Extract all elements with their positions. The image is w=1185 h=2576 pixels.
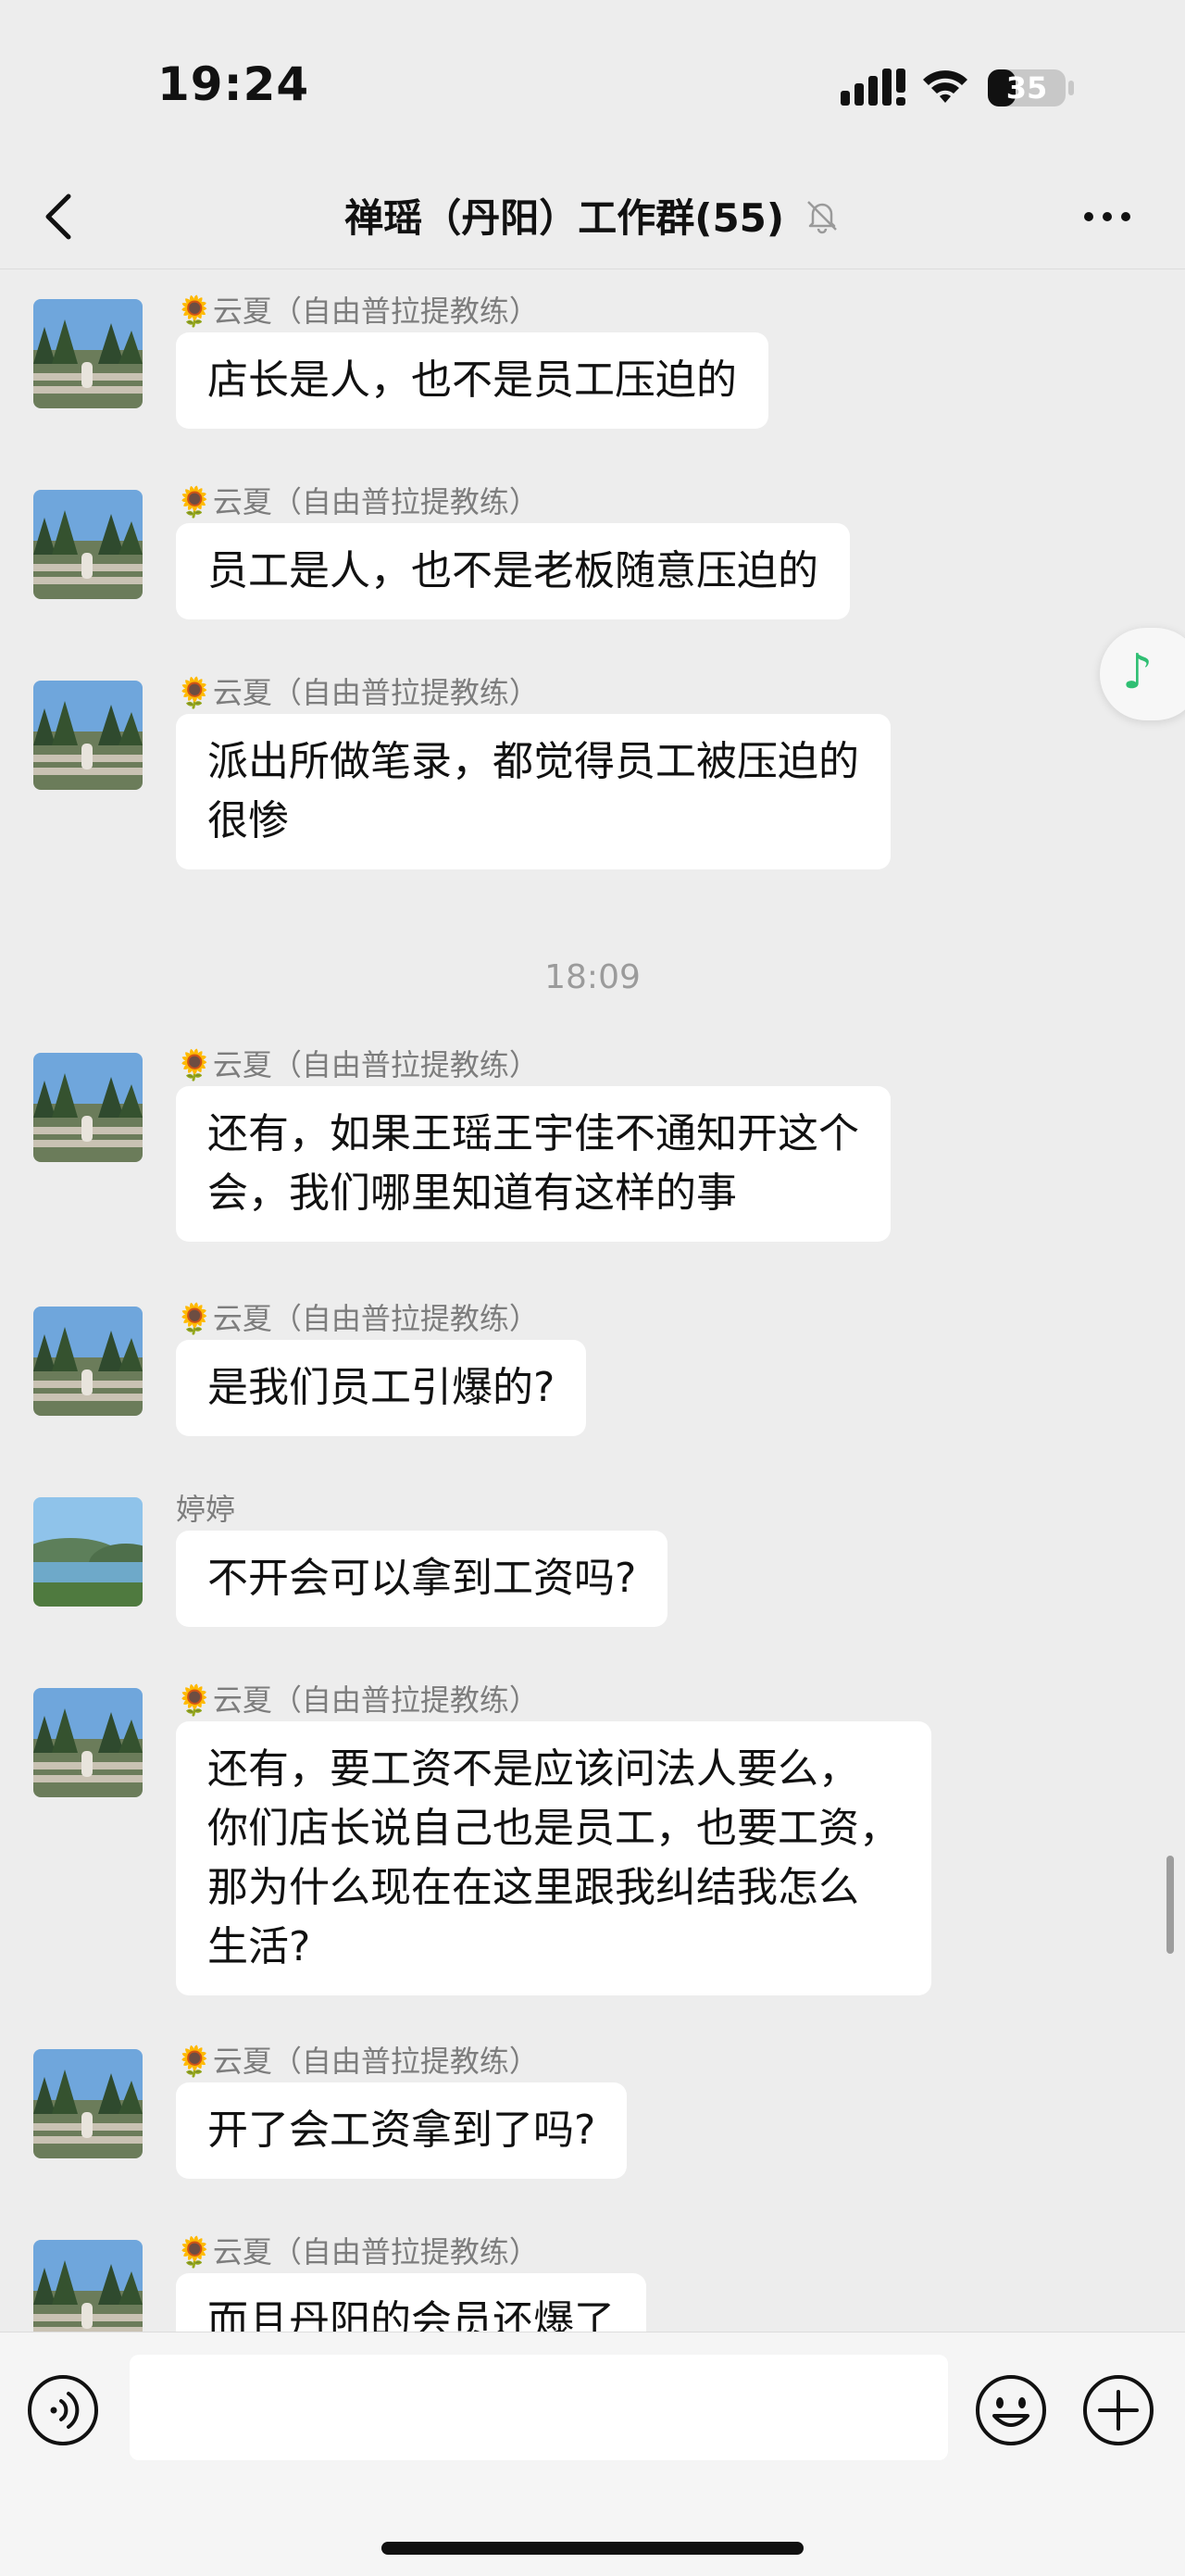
more-options-icon[interactable]	[1079, 198, 1135, 235]
message-bubble[interactable]: 是我们员工引爆的?	[176, 1340, 587, 1436]
avatar[interactable]	[33, 1497, 143, 1607]
message-bubble[interactable]: 还有，要工资不是应该问法人要么， 你们店长说自己也是员工，也要工资， 那为什么现…	[176, 1721, 931, 1995]
sender-name: 🌻云夏（自由普拉提教练）	[176, 675, 539, 710]
avatar[interactable]	[33, 2240, 143, 2332]
message-bubble[interactable]: 还有，如果王瑶王宇佳不通知开这个 会，我们哪里知道有这样的事	[176, 1086, 891, 1242]
message-bubble[interactable]: 不开会可以拿到工资吗?	[176, 1531, 668, 1627]
chat-title: 禅瑶（丹阳）工作群(55)	[0, 187, 1185, 244]
sender-name: 🌻云夏（自由普拉提教练）	[176, 294, 539, 329]
battery-level: 35	[1005, 70, 1048, 106]
chat-messages[interactable]: 🌻云夏（自由普拉提教练） 店长是人，也不是员工压迫的 🌻云夏（自由普拉提教练） …	[0, 269, 1185, 2332]
message-bubble[interactable]: 员工是人，也不是老板随意压迫的	[176, 523, 850, 619]
sender-name: 🌻云夏（自由普拉提教练）	[176, 1047, 539, 1082]
status-time: 19:24	[157, 57, 310, 111]
cellular-signal-icon	[841, 69, 905, 106]
avatar[interactable]	[33, 681, 143, 790]
input-bar	[0, 2332, 1185, 2576]
avatar[interactable]	[33, 1688, 143, 1797]
sender-name: 🌻云夏（自由普拉提教练）	[176, 1301, 539, 1336]
avatar[interactable]	[33, 299, 143, 408]
floating-music-button[interactable]: ♪	[1100, 628, 1185, 720]
music-note-icon: ♪	[1122, 644, 1154, 700]
wifi-icon	[923, 70, 967, 103]
sender-name: 🌻云夏（自由普拉提教练）	[176, 484, 539, 519]
time-separator: 18:09	[544, 958, 641, 996]
scrollbar[interactable]	[1166, 1856, 1174, 1954]
sender-name: 婷婷	[176, 1492, 236, 1527]
message-bubble[interactable]: 而且丹阳的会员还爆了	[176, 2273, 646, 2332]
voice-input-icon[interactable]	[26, 2373, 100, 2447]
message-bubble[interactable]: 店长是人，也不是员工压迫的	[176, 332, 768, 429]
avatar[interactable]	[33, 1053, 143, 1162]
home-indicator[interactable]	[381, 2542, 804, 2555]
sender-name: 🌻云夏（自由普拉提教练）	[176, 2044, 539, 2079]
emoji-icon[interactable]	[974, 2373, 1048, 2447]
avatar[interactable]	[33, 490, 143, 599]
avatar[interactable]	[33, 1307, 143, 1416]
status-bar: 19:24 35	[0, 0, 1185, 167]
message-bubble[interactable]: 派出所做笔录，都觉得员工被压迫的 很惨	[176, 714, 891, 869]
message-input[interactable]	[130, 2355, 948, 2460]
nav-bar: 禅瑶（丹阳）工作群(55)	[0, 167, 1185, 269]
sender-name: 🌻云夏（自由普拉提教练）	[176, 1682, 539, 1718]
mute-bell-icon	[806, 200, 837, 233]
message-bubble[interactable]: 开了会工资拿到了吗?	[176, 2082, 628, 2179]
sender-name: 🌻云夏（自由普拉提教练）	[176, 2234, 539, 2270]
avatar[interactable]	[33, 2049, 143, 2158]
battery-icon: 35	[987, 67, 1076, 109]
chat-title-text: 禅瑶（丹阳）工作群(55)	[344, 195, 785, 241]
add-more-icon[interactable]	[1081, 2373, 1155, 2447]
